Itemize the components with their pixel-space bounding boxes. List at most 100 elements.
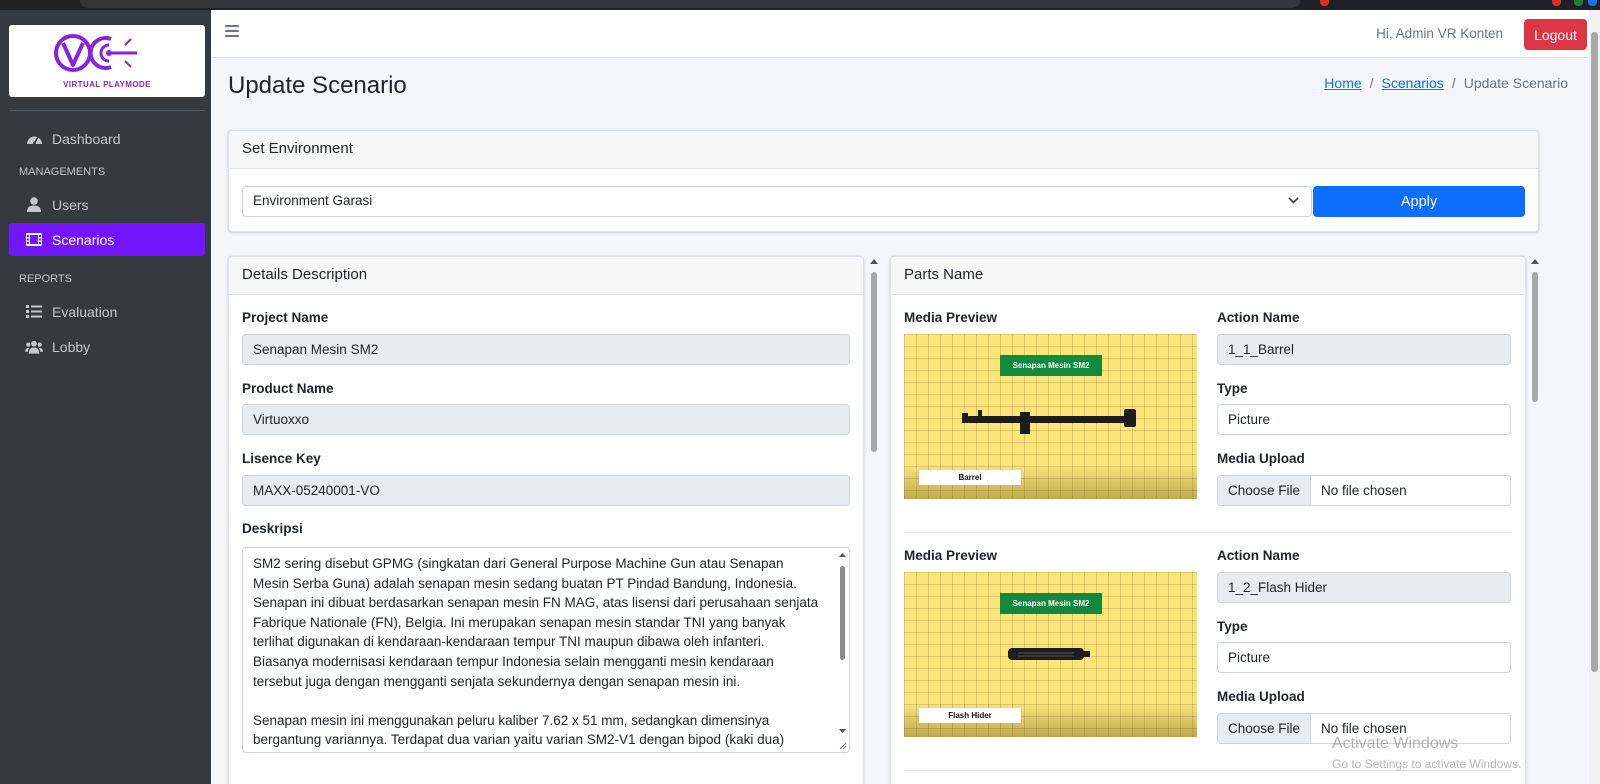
breadcrumb-separator: / [1451,75,1456,91]
barrel-image-icon [962,409,1136,434]
film-icon [25,231,43,249]
flash-hider-image-icon [1008,648,1090,660]
details-scroll-thumb[interactable] [871,272,877,452]
project-name-field[interactable]: Senapan Mesin SM2 [242,334,850,365]
choose-file-button[interactable]: Choose File [1218,476,1312,505]
brand-logo[interactable]: VIRTUAL PLAYMODE [9,25,205,97]
media-preview-image: Senapan Mesin SM2 Flash Hider [904,572,1197,737]
file-name-text: No file chosen [1321,483,1407,498]
sidebar-item-evaluation[interactable]: Evaluation [9,295,205,328]
preview-banner: Senapan Mesin SM2 [1000,355,1102,376]
nav-header-managements: MANAGEMENTS [19,166,106,178]
project-name-label: Project Name [242,310,329,325]
resize-grip-icon[interactable] [838,741,847,750]
sidebar-item-label: Scenarios [52,231,115,248]
activation-watermark-title: Activate Windows [1332,735,1459,752]
environment-select[interactable]: Environment Garasi [242,186,1312,217]
parts-scrollbar[interactable] [1530,256,1540,782]
card-title: Parts Name [891,257,1525,295]
apply-button[interactable]: Apply [1313,186,1525,217]
breadcrumb-current: Update Scenario [1463,75,1568,91]
sidebar-item-users[interactable]: Users [9,188,205,221]
environment-card: Set Environment Environment Garasi Apply [228,130,1539,232]
sidebar-item-label: Users [52,196,89,213]
media-upload-label: Media Upload [1217,689,1305,704]
preview-banner: Senapan Mesin SM2 [1000,593,1102,614]
sidebar-divider [9,110,205,111]
nav-header-reports: REPORTS [19,273,72,285]
breadcrumb-scenarios-link[interactable]: Scenarios [1382,75,1444,91]
choose-file-button[interactable]: Choose File [1218,714,1312,743]
description-paragraph: SM2 sering disebut GPMG (singkatan dari … [253,556,819,689]
page-title: Update Scenario [228,72,407,99]
parts-scroll-thumb[interactable] [1532,272,1538,402]
activation-watermark-subtitle: Go to Settings to activate Windows. [1332,757,1522,771]
users-icon [25,338,43,356]
part-divider [904,532,1512,533]
license-key-field[interactable]: MAXX-05240001-VO [242,475,850,506]
action-name-label: Action Name [1217,310,1300,325]
sidebar-item-scenarios[interactable]: Scenarios [9,223,205,256]
product-name-field[interactable]: Virtuoxxo [242,404,850,435]
textarea-scroll-thumb[interactable] [840,566,845,660]
details-card: Details Description Project Name Senapan… [228,256,864,784]
page-scrollbar[interactable] [1589,10,1600,784]
profile-icon[interactable] [1588,0,1597,6]
logout-button[interactable]: Logout [1524,19,1587,50]
gauge-icon [25,130,43,148]
media-upload-input[interactable]: Choose File No file chosen [1217,475,1511,506]
media-preview-label: Media Preview [904,548,998,563]
media-preview-label: Media Preview [904,310,998,325]
action-name-label: Action Name [1217,548,1300,563]
browser-toolbar [0,0,1600,10]
details-scrollbar[interactable] [869,256,879,776]
description-label: Deskripsi [242,521,303,536]
action-name-field[interactable]: 1_2_Flash Hider [1217,572,1511,603]
brand-name: VIRTUAL PLAYMODE [63,80,151,89]
sidebar-item-label: Lobby [52,338,91,355]
scroll-up-icon[interactable] [838,552,847,558]
extension-icon[interactable] [1320,0,1329,6]
scroll-up-icon[interactable] [869,258,879,265]
extension-icon[interactable] [1574,0,1583,6]
type-label: Type [1217,619,1248,634]
media-upload-label: Media Upload [1217,451,1305,466]
type-field[interactable]: Picture [1217,404,1511,435]
card-title: Details Description [229,257,863,295]
product-name-label: Product Name [242,381,334,396]
environment-select-value: Environment Garasi [253,193,373,208]
description-paragraph: Senapan mesin ini menggunakan peluru kal… [253,712,785,752]
address-bar[interactable] [80,0,1300,8]
extension-icon[interactable] [1552,0,1561,6]
sidebar-item-dashboard[interactable]: Dashboard [9,122,205,155]
menu-toggle-icon[interactable] [225,25,239,37]
list-icon [25,303,43,321]
breadcrumb-home-link[interactable]: Home [1324,75,1361,91]
scroll-down-icon[interactable] [838,728,847,734]
sidebar: VIRTUAL PLAYMODE Dashboard MANAGEMENTS U… [0,10,211,784]
action-name-field[interactable]: 1_1_Barrel [1217,334,1511,365]
user-icon [25,196,43,214]
sidebar-item-label: Evaluation [52,303,118,320]
sidebar-item-label: Dashboard [52,130,121,147]
media-preview-image: Senapan Mesin SM2 Barrel [904,334,1197,499]
breadcrumb-separator: / [1369,75,1374,91]
top-navbar: Hi, Admin VR Konten Logout [211,10,1589,58]
license-key-label: Lisence Key [242,451,321,466]
page-scroll-thumb[interactable] [1591,32,1598,672]
main-content: Update Scenario Home / Scenarios / Updat… [211,58,1589,784]
parts-card: Parts Name Media Preview Senapan Mesin S… [890,256,1526,784]
scroll-up-icon[interactable] [1530,258,1540,265]
breadcrumb: Home / Scenarios / Update Scenario [1324,75,1568,91]
textarea-scrollbar[interactable] [838,550,847,750]
chevron-down-icon [1288,197,1299,204]
user-greeting: Hi, Admin VR Konten [1376,26,1503,41]
card-title: Set Environment [229,131,1538,169]
sidebar-item-lobby[interactable]: Lobby [9,330,205,363]
type-label: Type [1217,381,1248,396]
type-field[interactable]: Picture [1217,642,1511,673]
preview-caption: Flash Hider [919,708,1021,723]
preview-caption: Barrel [919,470,1021,485]
logo-icon [54,34,137,72]
description-textarea[interactable]: SM2 sering disebut GPMG (singkatan dari … [242,547,850,753]
